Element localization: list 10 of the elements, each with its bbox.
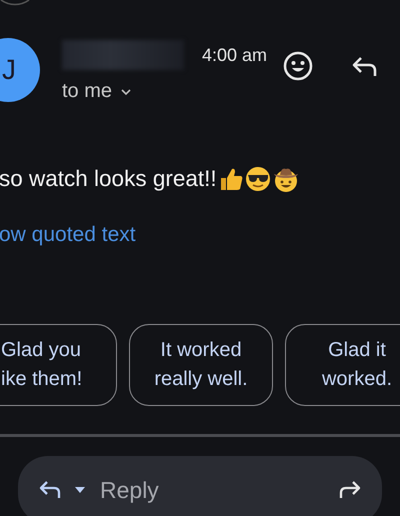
message-time: 4:00 am [202, 44, 268, 66]
show-quoted-text-link[interactable]: ow quoted text [0, 223, 136, 247]
message-text: so watch looks great!! [0, 166, 217, 192]
reply-field[interactable]: Reply [100, 476, 326, 504]
smart-reply-chip[interactable]: Glad you ike them! [0, 324, 117, 406]
reply-bar[interactable]: Reply [18, 456, 382, 516]
smart-reply-chip[interactable]: Glad it worked. [285, 324, 400, 406]
avatar: J [0, 38, 40, 102]
smart-reply-chip[interactable]: It worked really well. [129, 324, 273, 406]
recipient-dropdown[interactable]: to me [62, 80, 132, 103]
